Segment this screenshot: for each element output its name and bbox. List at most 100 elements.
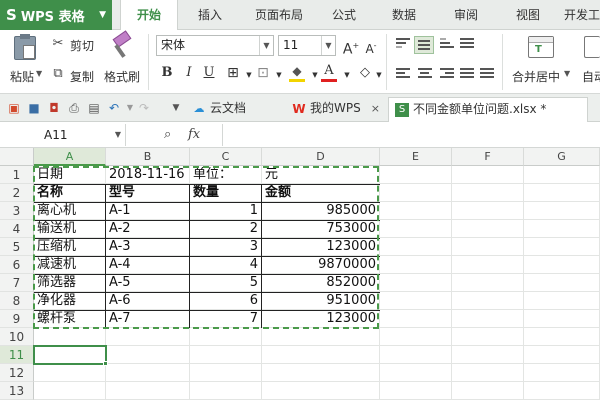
scissors-icon[interactable]: ✂ (50, 36, 66, 51)
underline-icon[interactable]: U (200, 64, 218, 82)
grid-cell[interactable] (380, 292, 452, 310)
column-header-b[interactable]: B (106, 148, 190, 166)
table-row-amount[interactable]: 951000 (262, 292, 380, 310)
cell-c2[interactable]: 数量 (190, 184, 262, 202)
export-pdf-icon[interactable]: ◘ (46, 100, 62, 116)
grid-cell[interactable] (106, 328, 190, 346)
fill-color-icon[interactable]: ◆ (288, 62, 306, 82)
copy-icon[interactable]: ⧉ (50, 66, 66, 81)
zoom-icon[interactable]: ⌕ (164, 124, 171, 146)
grid-cell[interactable] (190, 328, 262, 346)
grid-cell[interactable] (524, 346, 600, 364)
grid-cell[interactable] (380, 310, 452, 328)
align-left-icon[interactable] (396, 68, 410, 80)
grid-cell[interactable] (452, 166, 524, 184)
close-icon[interactable]: × (371, 97, 380, 120)
open-folder-icon[interactable]: ▣ (6, 100, 22, 116)
table-row-name[interactable]: 压缩机 (34, 238, 106, 256)
table-row-qty[interactable]: 2 (190, 220, 262, 238)
cell-c1[interactable]: 单位： (190, 166, 262, 184)
chevron-down-icon[interactable]: ▼ (270, 66, 288, 84)
align-bottom-icon[interactable] (440, 38, 454, 50)
grid-cell[interactable] (380, 202, 452, 220)
tab-view[interactable]: 视图 (506, 0, 550, 30)
column-header-g[interactable]: G (524, 148, 600, 166)
formula-input[interactable] (228, 124, 598, 146)
align-center-icon[interactable] (418, 68, 432, 80)
grid-cell[interactable] (524, 292, 600, 310)
merge-center-icon[interactable]: T (528, 36, 554, 58)
table-row-qty[interactable]: 3 (190, 238, 262, 256)
table-row-amount[interactable]: 985000 (262, 202, 380, 220)
grid-cell[interactable] (262, 328, 380, 346)
column-header-e[interactable]: E (380, 148, 452, 166)
column-header-d[interactable]: D (262, 148, 380, 166)
chevron-down-icon[interactable]: ▼ (338, 66, 356, 84)
table-row-name[interactable]: 净化器 (34, 292, 106, 310)
font-color-icon[interactable]: A (320, 62, 338, 82)
grid-cell[interactable] (452, 292, 524, 310)
cut-button[interactable]: 剪切 (70, 37, 94, 54)
table-row-name[interactable]: 减速机 (34, 256, 106, 274)
grid-cell[interactable] (524, 220, 600, 238)
table-row-amount[interactable]: 753000 (262, 220, 380, 238)
grid-cell[interactable] (106, 346, 190, 364)
grid-cell[interactable] (262, 346, 380, 364)
print-preview-icon[interactable]: ▤ (86, 100, 102, 116)
table-row-amount[interactable]: 852000 (262, 274, 380, 292)
redo-icon[interactable]: ↷ (136, 100, 152, 116)
decrease-font-icon[interactable]: A- (362, 37, 380, 56)
cell-b1[interactable]: 2018-11-16 (106, 166, 190, 184)
row-header[interactable]: 1 (0, 166, 34, 184)
justify-icon[interactable] (460, 68, 474, 80)
table-row-model[interactable]: A-4 (106, 256, 190, 274)
row-header[interactable]: 6 (0, 256, 34, 274)
grid-cell[interactable] (452, 364, 524, 382)
row-header-selected[interactable]: 11 (0, 346, 34, 364)
tab-home[interactable]: 开始 (120, 0, 178, 31)
doc-tab-my-wps[interactable]: W 我的WPS × (286, 97, 384, 122)
grid-cell[interactable] (524, 328, 600, 346)
grid-cell[interactable] (452, 220, 524, 238)
grid-cell[interactable] (190, 346, 262, 364)
copy-button[interactable]: 复制 (70, 68, 94, 85)
row-header[interactable]: 3 (0, 202, 34, 220)
grid-cell[interactable] (380, 364, 452, 382)
grid-cell[interactable] (380, 238, 452, 256)
paste-button[interactable]: 粘贴 (10, 68, 34, 85)
font-name-select[interactable]: 宋体 ▼ (156, 35, 274, 56)
grid-cell[interactable] (452, 256, 524, 274)
table-row-model[interactable]: A-3 (106, 238, 190, 256)
italic-icon[interactable]: I (180, 64, 198, 82)
grid-cell[interactable] (524, 364, 600, 382)
text-orientation-icon[interactable] (460, 38, 474, 50)
grid-cell[interactable] (190, 364, 262, 382)
cell-b2[interactable]: 型号 (106, 184, 190, 202)
grid-cell[interactable] (380, 220, 452, 238)
column-header-c[interactable]: C (190, 148, 262, 166)
spreadsheet-grid[interactable]: A B C D E F G 1 2 3 4 5 6 7 8 9 10 11 12… (0, 148, 600, 400)
table-row-model[interactable]: A-5 (106, 274, 190, 292)
table-row-amount[interactable]: 9870000 (262, 256, 380, 274)
undo-icon[interactable]: ↶ (106, 100, 122, 116)
table-row-name[interactable]: 筛选器 (34, 274, 106, 292)
grid-cell[interactable] (34, 382, 106, 400)
table-row-qty[interactable]: 6 (190, 292, 262, 310)
row-header[interactable]: 10 (0, 328, 34, 346)
fill-handle[interactable] (103, 361, 108, 366)
table-row-name[interactable]: 输送机 (34, 220, 106, 238)
format-painter-button[interactable]: 格式刷 (104, 68, 140, 85)
wrap-text-button[interactable]: 自动 (582, 68, 600, 85)
table-row-model[interactable]: A-7 (106, 310, 190, 328)
grid-cell[interactable] (452, 382, 524, 400)
row-header[interactable]: 13 (0, 382, 34, 400)
cell-d2[interactable]: 金额 (262, 184, 380, 202)
table-row-model[interactable]: A-1 (106, 202, 190, 220)
grid-cell[interactable] (452, 328, 524, 346)
grid-cell[interactable] (190, 382, 262, 400)
align-top-icon[interactable] (396, 38, 410, 50)
grid-cell[interactable] (380, 256, 452, 274)
distributed-icon[interactable] (480, 68, 494, 80)
grid-cell[interactable] (262, 382, 380, 400)
tab-data[interactable]: 数据 (382, 0, 426, 30)
